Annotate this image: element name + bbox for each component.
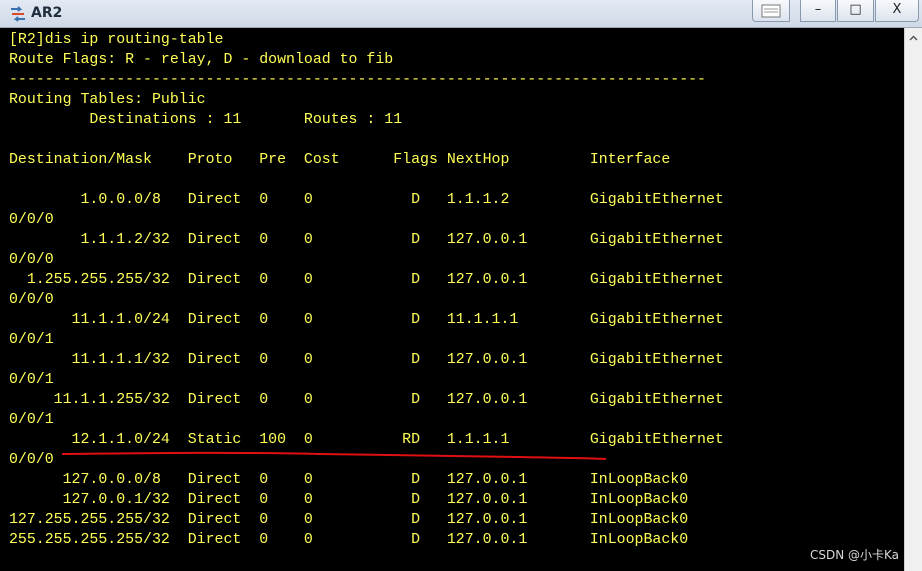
- terminal-line: 127.0.0.0/8 Direct 0 0 D 127.0.0.1 InLoo…: [9, 472, 689, 488]
- terminal-line: 12.1.1.0/24 Static 100 0 RD 1.1.1.1 Giga…: [9, 432, 724, 448]
- terminal-line: 1.1.1.2/32 Direct 0 0 D 127.0.0.1 Gigabi…: [9, 232, 724, 248]
- title-bar: AR2 – □ X: [0, 0, 922, 28]
- terminal-line: 1.0.0.0/8 Direct 0 0 D 1.1.1.2 GigabitEt…: [9, 192, 724, 208]
- maximize-button[interactable]: □: [837, 0, 874, 22]
- terminal-line: Route Flags: R - relay, D - download to …: [9, 52, 394, 68]
- scroll-up-icon[interactable]: [909, 34, 918, 43]
- minimize-button[interactable]: –: [800, 0, 836, 22]
- terminal-line: 127.255.255.255/32 Direct 0 0 D 127.0.0.…: [9, 512, 689, 528]
- close-button[interactable]: X: [875, 0, 919, 22]
- terminal-line: Destination/Mask Proto Pre Cost Flags Ne…: [9, 152, 671, 168]
- terminal-line: 0/0/0: [9, 212, 54, 228]
- terminal-line: 11.1.1.255/32 Direct 0 0 D 127.0.0.1 Gig…: [9, 392, 724, 408]
- window-layout-icon: [761, 4, 781, 18]
- terminal-line: 255.255.255.255/32 Direct 0 0 D 127.0.0.…: [9, 532, 689, 548]
- terminal-line: 11.1.1.1/32 Direct 0 0 D 127.0.0.1 Gigab…: [9, 352, 724, 368]
- vertical-scrollbar[interactable]: [904, 28, 922, 571]
- terminal-line: 0/0/1: [9, 372, 54, 388]
- terminal-line: 11.1.1.0/24 Direct 0 0 D 11.1.1.1 Gigabi…: [9, 312, 724, 328]
- terminal-line: 0/0/0: [9, 252, 54, 268]
- terminal-line: Destinations : 11 Routes : 11: [9, 112, 403, 128]
- terminal-line: 0/0/0: [9, 292, 54, 308]
- terminal-line: [R2]dis ip routing-table: [9, 32, 224, 48]
- terminal-line: ----------------------------------------…: [9, 72, 706, 88]
- terminal-line: 0/0/1: [9, 412, 54, 428]
- terminal-line: Routing Tables: Public: [9, 92, 206, 108]
- terminal-output[interactable]: [R2]dis ip routing-table Route Flags: R …: [3, 28, 904, 571]
- red-underline-annotation: [61, 451, 607, 460]
- terminal-line: 1.255.255.255/32 Direct 0 0 D 127.0.0.1 …: [9, 272, 724, 288]
- terminal-line: 127.0.0.1/32 Direct 0 0 D 127.0.0.1 InLo…: [9, 492, 689, 508]
- window-title: AR2: [31, 5, 63, 21]
- terminal-line: 0/0/1: [9, 332, 54, 348]
- terminal-line: 0/0/0: [9, 452, 54, 468]
- window-extra-button[interactable]: [752, 0, 790, 22]
- router-app-icon: [11, 6, 25, 22]
- watermark: CSDN @小卡Ka: [810, 548, 900, 562]
